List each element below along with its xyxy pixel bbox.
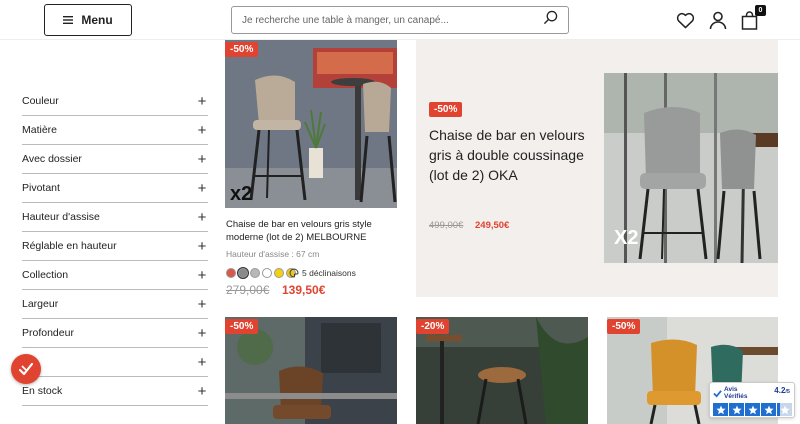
product-image-melbourne[interactable]: -50% x2 xyxy=(225,40,397,208)
filter-matiere[interactable]: Matière + xyxy=(22,116,208,145)
color-swatches xyxy=(226,268,296,278)
plus-icon: + xyxy=(197,295,207,313)
filter-label: Matière xyxy=(22,124,58,136)
filter-collection[interactable]: Collection + xyxy=(22,261,208,290)
filter-label: Profondeur xyxy=(22,327,74,339)
swatch-white[interactable] xyxy=(262,268,272,278)
filter-pivotant[interactable]: Pivotant + xyxy=(22,174,208,203)
check-badge-icon xyxy=(713,389,722,398)
filter-largeur[interactable]: Largeur + xyxy=(22,290,208,319)
swatch-light-grey[interactable] xyxy=(250,268,260,278)
star-icon xyxy=(745,403,760,416)
wishlist-heart-icon[interactable] xyxy=(674,9,696,31)
featured-product-card[interactable]: -50% Chaise de bar en velours gris à dou… xyxy=(416,40,778,297)
filter-hidden-item[interactable]: + xyxy=(22,348,208,377)
lot-quantity-label: x2 xyxy=(230,183,253,205)
search-icon[interactable] xyxy=(543,10,558,30)
percent-tag-icon xyxy=(18,362,34,376)
star-icon xyxy=(729,403,744,416)
star-icon xyxy=(713,403,728,416)
plus-icon: + xyxy=(197,92,207,110)
plus-icon: + xyxy=(197,237,207,255)
filter-en-stock[interactable]: En stock + xyxy=(22,377,208,406)
filter-avec-dossier[interactable]: Avec dossier + xyxy=(22,145,208,174)
discount-badge: -50% xyxy=(225,319,259,334)
avis-verifies-logo: Avis Vérifiés xyxy=(713,386,748,400)
variants-count-text: 5 déclinaisons xyxy=(302,268,356,278)
featured-product-title[interactable]: Chaise de bar en velours gris à double c… xyxy=(429,125,599,185)
plus-icon: + xyxy=(197,121,207,139)
old-price: 279,00€ xyxy=(226,283,270,297)
plus-icon: + xyxy=(197,179,207,197)
plus-icon: + xyxy=(197,353,207,371)
filter-hauteur-assise[interactable]: Hauteur d'assise + xyxy=(22,203,208,232)
filter-label: En stock xyxy=(22,385,63,397)
avis-brand-line1: Avis xyxy=(724,386,738,393)
filter-label: Collection xyxy=(22,269,69,281)
filter-profondeur[interactable]: Profondeur + xyxy=(22,319,208,348)
cart-count-badge: 0 xyxy=(755,5,766,16)
discount-badge: -50% xyxy=(225,42,259,57)
score-max: /5 xyxy=(785,389,790,395)
swatch-yellow[interactable] xyxy=(274,268,284,278)
site-header: Menu 0 xyxy=(0,0,800,40)
discount-badge: -20% xyxy=(416,319,450,334)
plus-icon: + xyxy=(197,324,207,342)
avis-score: 4.2/5 xyxy=(774,386,790,395)
filter-couleur[interactable]: Couleur + xyxy=(22,87,208,116)
menu-label: Menu xyxy=(81,13,113,27)
filter-label: Réglable en hauteur xyxy=(22,240,117,252)
search-bar[interactable] xyxy=(231,6,569,34)
discount-badge: -50% xyxy=(607,319,641,334)
discount-badge: -50% xyxy=(429,102,463,117)
old-price: 499,00€ xyxy=(429,220,464,231)
product-title[interactable]: Chaise de bar en velours gris style mode… xyxy=(226,218,398,244)
product-image-bottom-2[interactable]: -20% xyxy=(416,317,588,424)
plus-icon: + xyxy=(197,266,207,284)
search-input[interactable] xyxy=(242,14,543,26)
lot-quantity-label: X2 xyxy=(614,227,639,249)
score-value: 4.2 xyxy=(774,386,786,395)
filter-label: Avec dossier xyxy=(22,153,82,165)
swatch-red[interactable] xyxy=(226,268,236,278)
account-user-icon[interactable] xyxy=(707,9,729,31)
menu-button[interactable]: Menu xyxy=(44,4,132,36)
plus-icon: + xyxy=(197,150,207,168)
product-seat-height: Hauteur d'assise : 67 cm xyxy=(226,249,320,259)
sale-price: 139,50€ xyxy=(282,283,326,297)
palette-icon xyxy=(289,268,299,278)
avis-brand-line2: Vérifiés xyxy=(724,393,748,400)
plus-icon: + xyxy=(197,382,207,400)
filter-label: Pivotant xyxy=(22,182,60,194)
filter-label: Largeur xyxy=(22,298,59,310)
star-icon xyxy=(761,403,776,416)
filter-reglable-hauteur[interactable]: Réglable en hauteur + xyxy=(22,232,208,261)
filter-label: Hauteur d'assise xyxy=(22,211,100,223)
star-partial-icon xyxy=(777,403,792,416)
rating-stars xyxy=(713,403,792,416)
plus-icon: + xyxy=(197,208,207,226)
promo-floating-button[interactable] xyxy=(11,354,41,384)
hamburger-icon xyxy=(63,13,74,27)
variants-info: 5 déclinaisons xyxy=(289,268,356,278)
reviews-widget[interactable]: Avis Vérifiés 4.2/5 xyxy=(709,382,795,418)
sale-price: 249,50€ xyxy=(475,220,510,231)
featured-product-image[interactable]: X2 xyxy=(604,73,778,263)
filter-label: Couleur xyxy=(22,95,59,107)
swatch-grey-selected[interactable] xyxy=(238,268,248,278)
product-image-bottom-1[interactable]: -50% xyxy=(225,317,397,424)
cart-bag-icon[interactable]: 0 xyxy=(738,5,766,31)
filter-sidebar: Couleur + Matière + Avec dossier + Pivotant… xyxy=(22,87,208,406)
